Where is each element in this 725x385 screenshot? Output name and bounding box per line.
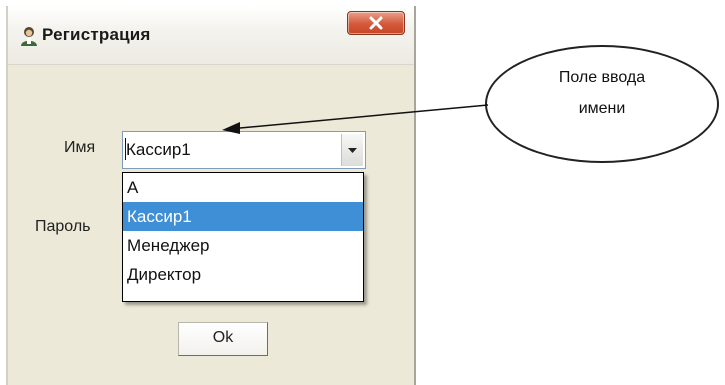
name-input-value[interactable]: Кассир1 [126,140,191,160]
screenshot-stage: Регистрация Имя Кассир1 Пароль А Кассир1… [0,0,725,385]
password-label: Пароль [35,218,91,235]
dropdown-option-director[interactable]: Директор [123,260,363,289]
callout-text-line1: Поле ввода [558,69,646,86]
registration-window: Регистрация Имя Кассир1 Пароль А Кассир1… [6,6,416,385]
dropdown-toggle-button[interactable] [341,134,363,166]
callout-text-line2: имени [578,100,626,117]
ok-button[interactable]: Ok [178,322,268,356]
name-dropdown-list: А Кассир1 Менеджер Директор [122,172,364,302]
dropdown-option-a[interactable]: А [123,173,363,202]
window-title: Регистрация [42,25,151,44]
dropdown-option-kassir1[interactable]: Кассир1 [123,202,363,231]
name-label: Имя [64,139,96,156]
chevron-down-icon [348,148,357,153]
user-icon [21,27,37,46]
close-icon [369,16,383,30]
annotation-callout: Поле ввода имени [485,45,719,163]
title-bar[interactable]: Регистрация [8,6,414,65]
close-button[interactable] [347,11,405,35]
name-combobox[interactable]: Кассир1 [122,131,366,169]
dropdown-option-manager[interactable]: Менеджер [123,231,363,260]
